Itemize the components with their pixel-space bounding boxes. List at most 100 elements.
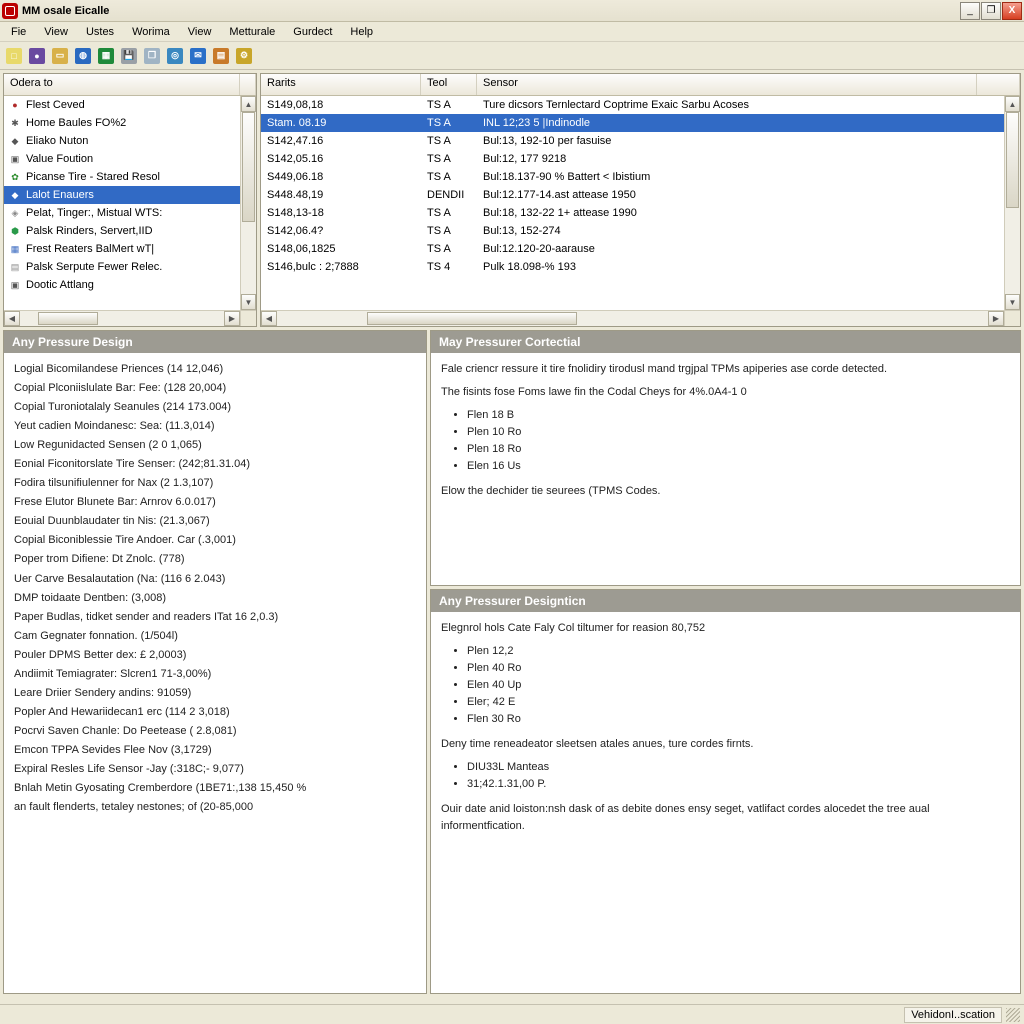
save-icon[interactable]: 💾 — [118, 45, 140, 67]
table-cell: Bul:18.137-90 % Battert < Ibistium — [477, 171, 977, 183]
column-header[interactable]: Sensor — [477, 74, 977, 95]
list-item: Plen 18 Ro — [467, 441, 1010, 458]
list-item: Elen 40 Up — [467, 677, 1010, 694]
tree-item[interactable]: ⬢Palsk Rinders, Servert,IID — [4, 222, 240, 240]
table-cell: INL 12;23 5 |Indinodle — [477, 117, 977, 129]
menu-view[interactable]: View — [179, 24, 221, 40]
tree-item[interactable]: ▦Frest Reaters BalMert wT| — [4, 240, 240, 258]
tree-item[interactable]: ▤Palsk Serpute Fewer Relec. — [4, 258, 240, 276]
tree-item[interactable]: ●Flest Ceved — [4, 96, 240, 114]
report-icon[interactable]: ▤ — [210, 45, 232, 67]
minimize-button[interactable]: _ — [960, 2, 980, 20]
globe-icon[interactable]: ● — [26, 45, 48, 67]
tree-item[interactable]: ✿ Picanse Tire - Stared Resol — [4, 168, 240, 186]
table-cell: Bul:18, 132-22 1+ attease 1990 — [477, 207, 977, 219]
maximize-button[interactable]: ❐ — [981, 2, 1001, 20]
table-cell: Ture dicsors Ternlectard Coptrime Exaic … — [477, 99, 977, 111]
intro-text: Elegnrol hols Cate Faly Col tiltumer for… — [441, 620, 1010, 637]
column-header[interactable]: Teol — [421, 74, 477, 95]
tree-item-label: Eliako Nuton — [26, 135, 88, 147]
tree-item-label: Picanse Tire - Stared Resol — [26, 171, 160, 183]
table-row[interactable]: S142,47.16TS ABul:13, 192-10 per fasuise — [261, 132, 1004, 150]
tree-item[interactable]: ▣ Dootic Attlang — [4, 276, 240, 294]
table-row[interactable]: S448.48,19DENDIIBul:12.177-14.ast atteas… — [261, 186, 1004, 204]
table-row[interactable]: S146,bulc : 2;7888TS 4Pulk 18.098-% 193 — [261, 258, 1004, 276]
design-line: Yeut cadien Moindanesc: Sea: (11.3,014) — [14, 418, 416, 435]
sensor-icon[interactable]: ◎ — [164, 45, 186, 67]
tree-hscroll[interactable]: ◀▶ — [4, 310, 240, 326]
design-line: Bnlah Metin Gyosating Cremberdore (1BE71… — [14, 780, 416, 797]
table-hscroll[interactable]: ◀▶ — [261, 310, 1004, 326]
design-line: Popler And Hewariidecan1 erc (114 2 3,01… — [14, 704, 416, 721]
copy-icon[interactable]: ❐ — [141, 45, 163, 67]
menu-gurdect[interactable]: Gurdect — [284, 24, 341, 40]
design-line: an fault flenderts, tetaley nestones; of… — [14, 799, 416, 816]
table-cell: TS A — [421, 153, 477, 165]
resize-grip[interactable] — [1006, 1008, 1020, 1022]
table-row[interactable]: Stam. 08.19TS AINL 12;23 5 |Indinodle — [261, 114, 1004, 132]
close-button[interactable]: X — [1002, 2, 1022, 20]
table-cell: DENDII — [421, 189, 477, 201]
table-cell: Bul:12.120-20-aarause — [477, 243, 977, 255]
table-vscroll[interactable]: ▲▼ — [1004, 96, 1020, 310]
tree-item-label: Value Foution — [26, 153, 93, 165]
tree-item-label: Lalot Enauers — [26, 189, 94, 201]
summary-text: The fisints fose Foms lawe fin the Codal… — [441, 384, 1010, 401]
menu-fie[interactable]: Fie — [2, 24, 35, 40]
app-icon — [2, 3, 18, 19]
menu-ustes[interactable]: Ustes — [77, 24, 123, 40]
table-row[interactable]: S148,06,1825TS ABul:12.120-20-aarause — [261, 240, 1004, 258]
table-row[interactable]: S142,06.4?TS ABul:13, 152-274 — [261, 222, 1004, 240]
table-cell: TS A — [421, 207, 477, 219]
tree-item[interactable]: ◈Pelat, Tinger:, Mistual WTS: — [4, 204, 240, 222]
tree-item-icon: ▣ — [8, 278, 22, 292]
tree-vscroll[interactable]: ▲▼ — [240, 96, 256, 310]
settings-icon[interactable]: ⚙ — [233, 45, 255, 67]
tree-item[interactable]: ▣Value Foution — [4, 150, 240, 168]
table-cell: TS A — [421, 117, 477, 129]
tree-item-label: Dootic Attlang — [26, 279, 94, 291]
panel-pressure-design: Any Pressure Design Logial Bicomilandese… — [3, 330, 427, 994]
status-cell: VehidonI..scation — [904, 1007, 1002, 1023]
table-row[interactable]: S148,13-18TS ABul:18, 132-22 1+ attease … — [261, 204, 1004, 222]
list-item: Plen 40 Ro — [467, 660, 1010, 677]
panel-header: Any Pressurer Designticn — [431, 590, 1020, 612]
table-cell: S148,13-18 — [261, 207, 421, 219]
menu-view[interactable]: View — [35, 24, 77, 40]
design-line: Cam Gegnater fonnation. (1/504l) — [14, 628, 416, 645]
tree-item-icon: ▦ — [8, 242, 22, 256]
panel-header: May Pressurer Cortectial — [431, 331, 1020, 353]
chat-icon[interactable]: ✉ — [187, 45, 209, 67]
list-item: Flen 30 Ro — [467, 711, 1010, 728]
design-line: Frese Elutor Blunete Bar: Arnrov 6.0.017… — [14, 494, 416, 511]
table-cell: Pulk 18.098-% 193 — [477, 261, 977, 273]
table-row[interactable]: S142,05.16TS ABul:12, 177 9218 — [261, 150, 1004, 168]
footer-text: Elow the dechider tie seurees (TPMS Code… — [441, 483, 1010, 500]
menu-help[interactable]: Help — [341, 24, 382, 40]
table-cell: Bul:13, 152-274 — [477, 225, 977, 237]
table-row[interactable]: S149,08,18TS ATure dicsors Ternlectard C… — [261, 96, 1004, 114]
menu-worima[interactable]: Worima — [123, 24, 179, 40]
design-line: Eouial Duunblaudater tin Nis: (21.3,067) — [14, 513, 416, 530]
open-icon[interactable]: ▭ — [49, 45, 71, 67]
menu-bar: FieViewUstesWorimaViewMetturaleGurdectHe… — [0, 22, 1024, 42]
tree-item-label: Pelat, Tinger:, Mistual WTS: — [26, 207, 162, 219]
tree-item[interactable]: ◆Eliako Nuton — [4, 132, 240, 150]
sheet-icon[interactable]: ▦ — [95, 45, 117, 67]
list-item: Plen 12,2 — [467, 643, 1010, 660]
design-line: Leare Driier Sendery andins: 91059) — [14, 685, 416, 702]
tree-item-icon: ✿ — [8, 170, 22, 184]
table-cell: S148,06,1825 — [261, 243, 421, 255]
design-line: Copial Plconiislulate Bar: Fee: (128 20,… — [14, 380, 416, 397]
records-table: RaritsTeolSensor S149,08,18TS ATure dics… — [260, 73, 1021, 327]
list-item: Elen 16 Us — [467, 458, 1010, 475]
table-row[interactable]: S449,06.18TS ABul:18.137-90 % Battert < … — [261, 168, 1004, 186]
design-line: Logial Bicomilandese Priences (14 12,046… — [14, 361, 416, 378]
menu-metturale[interactable]: Metturale — [220, 24, 284, 40]
new-icon[interactable]: □ — [3, 45, 25, 67]
design-line: Expiral Resles Life Sensor -Jay (:318C;-… — [14, 761, 416, 778]
tree-item[interactable]: ✱Home Baules FO%2 — [4, 114, 240, 132]
column-header[interactable]: Rarits — [261, 74, 421, 95]
tree-item[interactable]: ◆Lalot Enauers — [4, 186, 240, 204]
world-icon[interactable]: ◍ — [72, 45, 94, 67]
